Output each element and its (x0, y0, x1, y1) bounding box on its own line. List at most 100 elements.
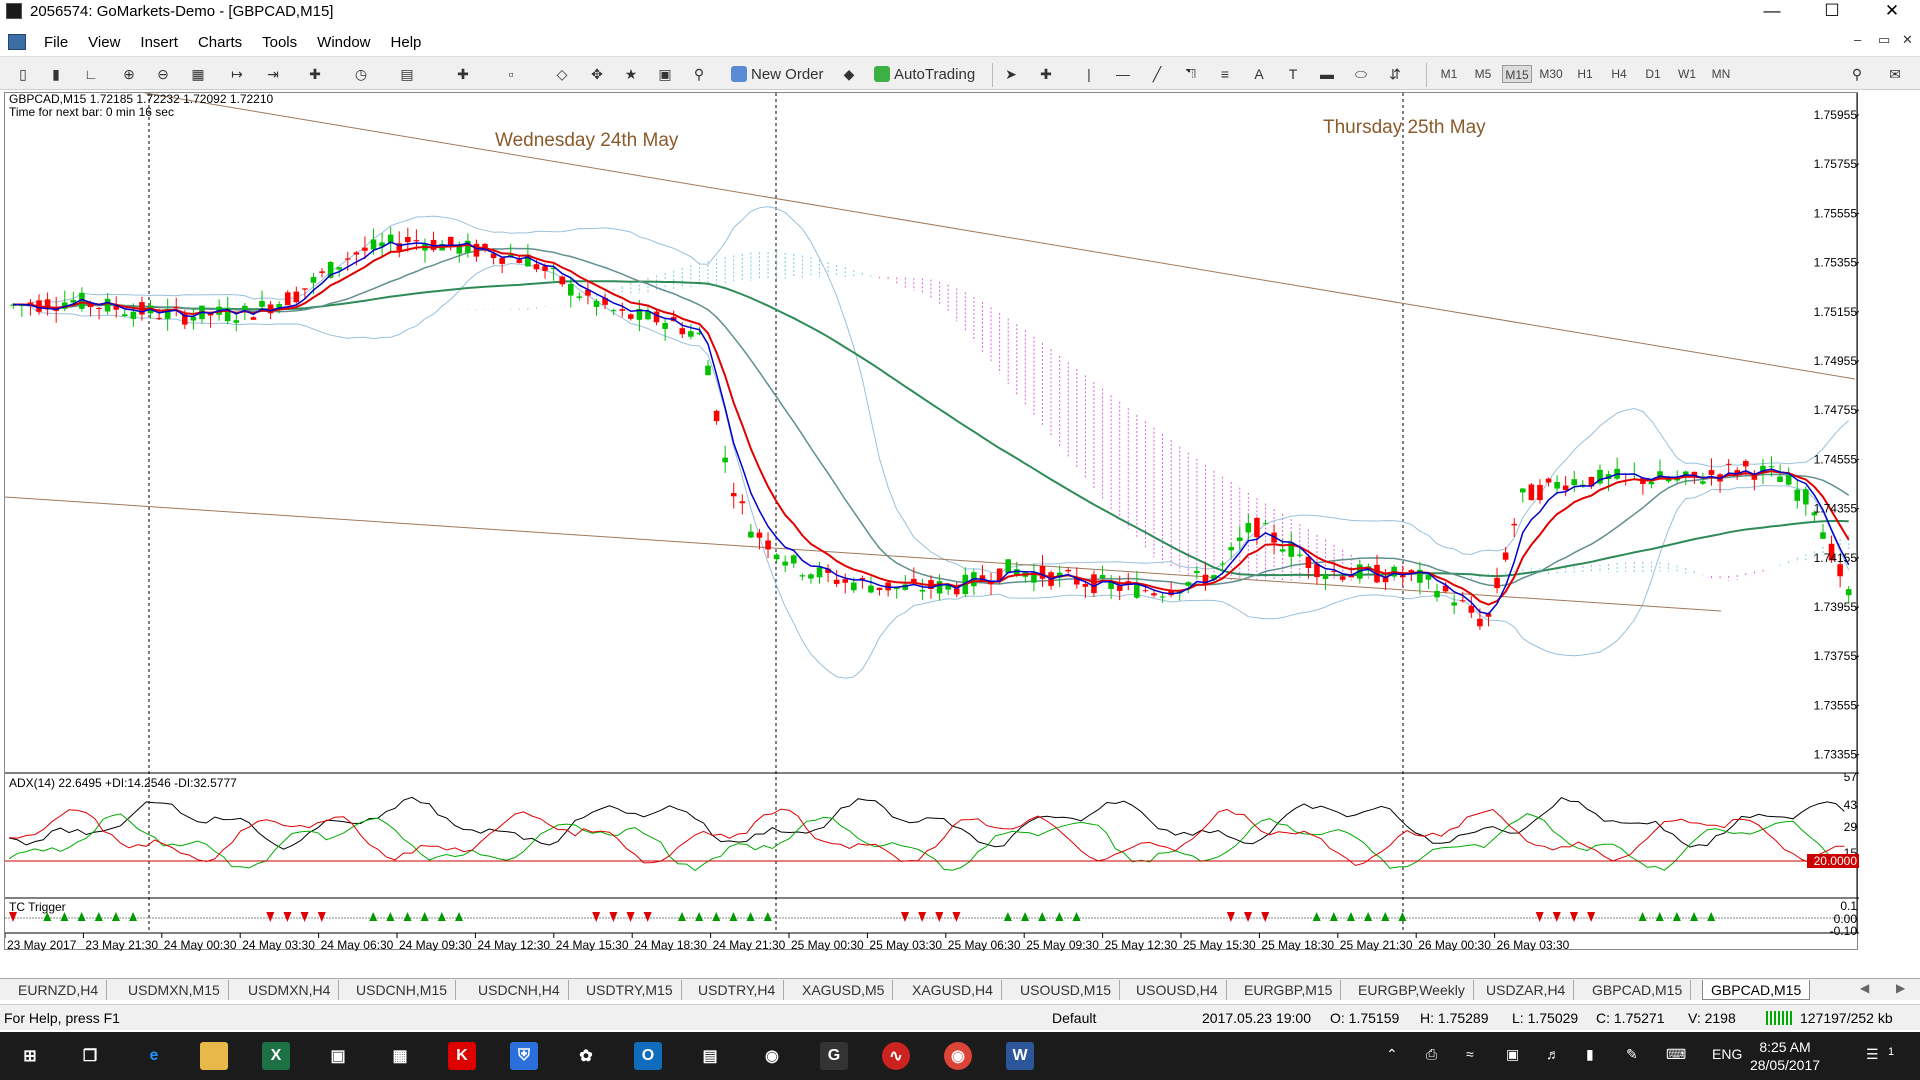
zoom-in-icon[interactable]: ⊕ (118, 63, 140, 85)
text-icon[interactable]: A (1248, 63, 1270, 85)
timeframe-d1[interactable]: D1 (1638, 65, 1668, 83)
indicators-icon[interactable]: ✚ (304, 63, 326, 85)
timeframe-m5[interactable]: M5 (1468, 65, 1498, 83)
outlook-icon[interactable]: O (634, 1042, 662, 1070)
volume-icon[interactable]: ♬ (1546, 1046, 1560, 1062)
battery-icon[interactable]: ▮ (1586, 1046, 1594, 1063)
profiles-icon[interactable]: ▫ (500, 63, 522, 85)
thursday-annotation[interactable]: Thursday 25th May (1323, 117, 1486, 138)
navigator-icon[interactable]: ✥ (586, 63, 608, 85)
tab-gbpcad-m15-active[interactable]: GBPCAD,M15 (1702, 980, 1811, 1000)
menu-view[interactable]: View (78, 34, 130, 51)
vertical-line-icon[interactable]: | (1078, 63, 1100, 85)
keyboard-icon[interactable]: ⌨ (1666, 1046, 1686, 1063)
ellipse-icon[interactable]: ⬭ (1350, 63, 1372, 85)
chart-window-icon[interactable] (8, 34, 26, 50)
start-icon[interactable]: ⊞ (16, 1042, 44, 1070)
timeframe-h1[interactable]: H1 (1570, 65, 1600, 83)
task-view-icon[interactable]: ❐ (76, 1042, 104, 1070)
close-button[interactable]: ✕ (1864, 0, 1920, 22)
tab-usdcnh-h4[interactable]: USDCNH,H4 (470, 980, 569, 1000)
chart-window[interactable]: 1.75955 1.75755 1.75555 1.75355 1.75155 1.749… (4, 92, 1861, 952)
pen-icon[interactable]: ✎ (1626, 1046, 1638, 1063)
tabs-scroll-right-icon[interactable]: ▶ (1896, 981, 1905, 995)
tab-usousd-h4[interactable]: USOUSD,H4 (1128, 980, 1227, 1000)
price-chart[interactable]: 1.75955 1.75755 1.75555 1.75355 1.75155 1.749… (4, 92, 1861, 952)
search-icon[interactable]: ⚲ (1846, 63, 1868, 85)
tab-usdtry-m15[interactable]: USDTRY,M15 (578, 980, 682, 1000)
menu-insert[interactable]: Insert (130, 34, 188, 51)
templates-icon[interactable]: ▤ (396, 63, 418, 85)
trendline-icon[interactable]: ╱ (1146, 63, 1168, 85)
tab-usousd-m15[interactable]: USOUSD,M15 (1012, 980, 1121, 1000)
store-icon[interactable]: ▣ (324, 1042, 352, 1070)
tab-usdzar-h4[interactable]: USDZAR,H4 (1478, 980, 1575, 1000)
tab-eurgbp-weekly[interactable]: EURGBP,Weekly (1350, 980, 1474, 1000)
menu-tools[interactable]: Tools (252, 34, 307, 51)
calculator-icon[interactable]: ▦ (386, 1042, 414, 1070)
text-label-icon[interactable]: T (1282, 63, 1304, 85)
terminal-icon[interactable]: ▣ (654, 63, 676, 85)
data-window-icon[interactable]: ★ (620, 63, 642, 85)
app-red-icon[interactable]: ∿ (882, 1042, 910, 1070)
excel-icon[interactable]: X (262, 1042, 290, 1070)
word-icon[interactable]: W (1006, 1042, 1034, 1070)
periods-icon[interactable]: ◷ (350, 63, 372, 85)
timeframe-h4[interactable]: H4 (1604, 65, 1634, 83)
cursor-icon[interactable]: ➤ (1000, 63, 1022, 85)
wednesday-annotation[interactable]: Wednesday 24th May (495, 130, 679, 151)
chart-shift-icon[interactable]: ↦ (226, 63, 248, 85)
bar-chart-icon[interactable]: ▯ (12, 63, 34, 85)
tab-usdcnh-m15[interactable]: USDCNH,M15 (348, 980, 457, 1000)
tester-icon[interactable]: ⚲ (688, 63, 710, 85)
tab-usdmxn-m15[interactable]: USDMXN,M15 (120, 980, 229, 1000)
menu-file[interactable]: File (34, 34, 78, 51)
zoom-out-icon[interactable]: ⊖ (152, 63, 174, 85)
language-indicator[interactable]: ENG (1712, 1046, 1742, 1062)
timeframe-m30[interactable]: M30 (1536, 65, 1566, 83)
tab-xagusd-m5[interactable]: XAGUSD,M5 (794, 980, 894, 1000)
photos-icon[interactable]: ▤ (696, 1042, 724, 1070)
kaspersky-icon[interactable]: K (448, 1042, 476, 1070)
tabs-scroll-left-icon[interactable]: ◀ (1860, 981, 1869, 995)
timeframe-mn[interactable]: MN (1706, 65, 1736, 83)
metaeditor-icon[interactable]: ◆ (838, 63, 860, 85)
menu-help[interactable]: Help (381, 34, 432, 51)
tab-usdtry-h4[interactable]: USDTRY,H4 (690, 980, 785, 1000)
wifi-icon[interactable]: ≈ (1466, 1046, 1474, 1062)
tab-xagusd-h4[interactable]: XAGUSD,H4 (904, 980, 1002, 1000)
minimize-button[interactable]: — (1744, 0, 1800, 22)
timeframe-m1[interactable]: M1 (1434, 65, 1464, 83)
candlestick-icon[interactable]: ▮ (45, 63, 67, 85)
menu-window[interactable]: Window (307, 34, 380, 51)
connection-status-icon[interactable] (1766, 1011, 1794, 1025)
menu-charts[interactable]: Charts (188, 34, 252, 51)
autotrading-button[interactable]: AutoTrading (870, 63, 979, 85)
maximize-button[interactable]: ☐ (1804, 0, 1860, 22)
fibonacci-icon[interactable]: ≡ (1214, 63, 1236, 85)
tab-usdmxn-h4[interactable]: USDMXN,H4 (240, 980, 340, 1000)
tab-gbpcad-m15[interactable]: GBPCAD,M15 (1584, 980, 1692, 1000)
chrome-icon[interactable]: ◉ (944, 1042, 972, 1070)
paint-icon[interactable]: ✿ (572, 1042, 600, 1070)
chat-icon[interactable]: ✉ (1884, 63, 1906, 85)
rectangle-icon[interactable]: ▬ (1316, 63, 1338, 85)
timeframe-m15[interactable]: M15 (1502, 65, 1532, 83)
mdi-restore-button[interactable]: ▭ (1878, 32, 1890, 48)
tray-expand-icon[interactable]: ⌃ (1386, 1046, 1398, 1063)
tab-eurgbp-m15[interactable]: EURGBP,M15 (1236, 980, 1342, 1000)
notifications-icon[interactable]: ☰ (1866, 1046, 1879, 1063)
edge-icon[interactable]: e (140, 1042, 168, 1070)
file-explorer-icon[interactable] (200, 1042, 228, 1070)
horizontal-line-icon[interactable]: — (1112, 63, 1134, 85)
channel-icon[interactable]: ⛠ (1180, 63, 1202, 85)
shield-icon[interactable]: ⛨ (510, 1042, 538, 1070)
timeframe-w1[interactable]: W1 (1672, 65, 1702, 83)
gomarkets-icon[interactable]: G (820, 1042, 848, 1070)
new-order-button[interactable]: New Order (727, 63, 828, 85)
device-icon[interactable]: ▣ (1506, 1046, 1519, 1063)
line-chart-icon[interactable]: ∟ (80, 63, 102, 85)
mdi-close-button[interactable]: ✕ (1902, 32, 1913, 48)
mdi-minimize-button[interactable]: – (1854, 32, 1861, 47)
clock[interactable]: 8:25 AM 28/05/2017 (1740, 1038, 1830, 1074)
